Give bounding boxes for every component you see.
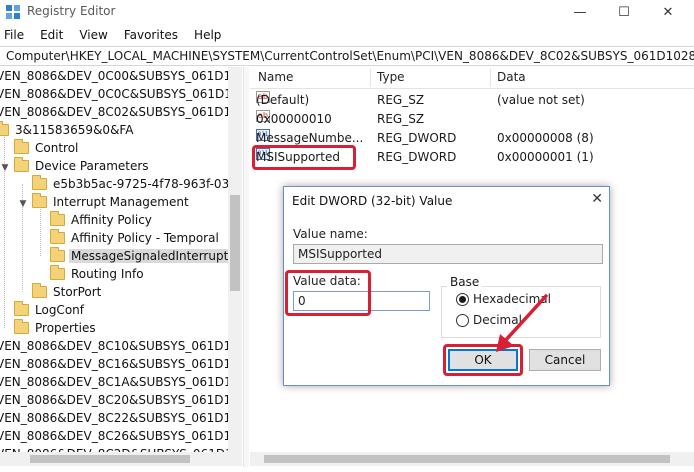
tree-item[interactable]: VEN_8086&DEV_8C10&SUBSYS_061D1028&R	[0, 337, 242, 355]
title-bar: Registry Editor — ☐ ✕	[0, 0, 694, 24]
cancel-button[interactable]: Cancel	[529, 349, 601, 371]
tree-item[interactable]: Affinity Policy - Temporal	[50, 229, 221, 247]
pane-splitter[interactable]	[243, 67, 249, 467]
tree-item[interactable]: VEN_8086&DEV_8C20&SUBSYS_061D1028&R	[0, 391, 242, 409]
folder-icon	[50, 211, 65, 226]
tree-item[interactable]: Properties	[14, 319, 98, 337]
folder-icon	[14, 157, 29, 172]
tree-item[interactable]: e5b3b5ac-9725-4f78-963f-03dfb1	[32, 175, 242, 193]
tree-item[interactable]: VEN_8086&DEV_8C22&SUBSYS_061D1028&R	[0, 409, 242, 427]
list-row[interactable]: ab 0x00000010 REG_SZ	[250, 110, 694, 129]
list-header: Name Type Data	[250, 67, 694, 89]
tree-item[interactable]: Affinity Policy	[50, 211, 154, 229]
column-data-header[interactable]: Data	[497, 70, 526, 84]
folder-icon	[14, 319, 29, 334]
folder-icon	[50, 265, 65, 280]
registry-tree[interactable]: VEN_8086&DEV_0C00&SUBSYS_061D1028&R VEN_…	[0, 67, 242, 459]
tree-horizontal-scrollbar[interactable]	[0, 452, 242, 466]
scroll-thumb[interactable]	[30, 455, 190, 463]
chevron-down-icon[interactable]: ▼	[18, 195, 28, 213]
tree-item[interactable]: VEN_8086&DEV_8C02&SUBSYS_061D1028&R	[0, 103, 242, 121]
menu-favorites[interactable]: Favorites	[116, 26, 186, 44]
menu-edit[interactable]: Edit	[32, 26, 71, 44]
tree-item-selected[interactable]: MessageSignaledInterruptPro	[50, 247, 242, 265]
registry-editor-icon	[6, 5, 20, 19]
tree-item[interactable]: LogConf	[14, 301, 86, 319]
value-name-field[interactable]: MSISupported	[293, 244, 603, 264]
dialog-title: Edit DWORD (32-bit) Value	[292, 194, 453, 208]
tree-item[interactable]: VEN_8086&DEV_8C16&SUBSYS_061D1028&R	[0, 355, 242, 373]
msisupported-highlight	[252, 145, 356, 170]
tree-item[interactable]: Routing Info	[50, 265, 146, 283]
window-title: Registry Editor	[27, 4, 116, 18]
chevron-down-icon[interactable]: ▼	[0, 159, 10, 177]
folder-icon	[32, 193, 47, 208]
list-row[interactable]: ab (Default) REG_SZ (value not set)	[250, 91, 694, 110]
list-horizontal-scrollbar[interactable]	[250, 452, 694, 466]
tree-item[interactable]: ▼ Device Parameters	[0, 157, 151, 175]
tree-item[interactable]: ▼ Interrupt Management	[18, 193, 191, 211]
ok-button-highlight	[443, 344, 523, 376]
menu-view[interactable]: View	[71, 26, 115, 44]
tree-item[interactable]: VEN_8086&DEV_0C00&SUBSYS_061D1028&R	[0, 67, 242, 85]
folder-icon	[14, 139, 29, 154]
folder-icon	[14, 301, 29, 316]
decimal-label[interactable]: Decimal	[473, 313, 522, 327]
value-name-label: Value name:	[293, 227, 368, 241]
tree-vertical-scrollbar[interactable]	[228, 67, 242, 459]
close-button[interactable]: ✕	[646, 0, 690, 24]
tree-item[interactable]: Control	[14, 139, 80, 157]
folder-icon	[50, 229, 65, 244]
scroll-thumb[interactable]	[230, 195, 240, 291]
base-label: Base	[447, 275, 483, 289]
tree-item[interactable]: VEN_8086&DEV_8C26&SUBSYS_061D1028&R	[0, 427, 242, 445]
maximize-button[interactable]: ☐	[602, 0, 646, 24]
scroll-thumb[interactable]	[264, 455, 670, 463]
hexadecimal-radio[interactable]	[456, 293, 469, 306]
dialog-close-icon[interactable]: ✕	[591, 191, 603, 207]
minimize-button[interactable]: —	[558, 0, 602, 24]
column-name-header[interactable]: Name	[258, 70, 293, 84]
folder-icon	[0, 121, 9, 136]
hexadecimal-label[interactable]: Hexadecimal	[473, 292, 551, 306]
tree-item[interactable]: VEN_8086&DEV_0C0C&SUBSYS_061D1028&R	[0, 85, 242, 103]
edit-dword-dialog: Edit DWORD (32-bit) Value ✕ Value name: …	[283, 186, 610, 386]
tree-item[interactable]: VEN_8086&DEV_8C1A&SUBSYS_061D1028&R	[0, 373, 242, 391]
menu-bar: File Edit View Favorites Help	[0, 26, 229, 44]
menu-file[interactable]: File	[0, 26, 32, 44]
folder-icon	[32, 283, 47, 298]
tree-item[interactable]: 3&11583659&0&FA	[0, 121, 135, 139]
address-bar[interactable]: Computer\HKEY_LOCAL_MACHINE\SYSTEM\Curre…	[0, 46, 694, 66]
folder-icon	[32, 175, 47, 190]
folder-icon	[50, 247, 65, 262]
tree-item[interactable]: StorPort	[32, 283, 103, 301]
decimal-radio[interactable]	[456, 314, 469, 327]
value-data-highlight	[285, 270, 371, 316]
column-type-header[interactable]: Type	[377, 70, 405, 84]
menu-help[interactable]: Help	[186, 26, 229, 44]
